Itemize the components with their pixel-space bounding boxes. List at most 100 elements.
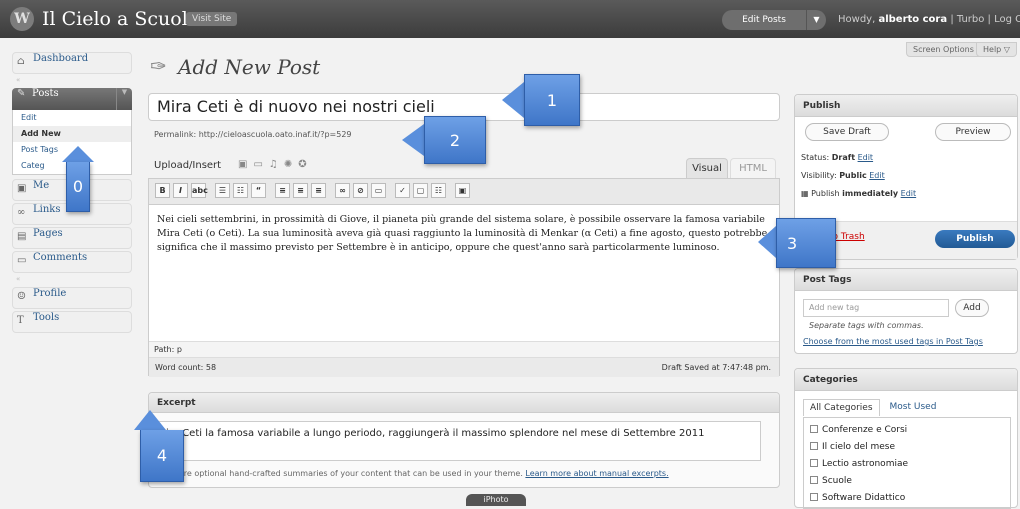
sidebar-item-label: Tools	[33, 312, 60, 323]
checkbox[interactable]	[810, 476, 818, 484]
strikethrough-icon[interactable]: abc	[191, 183, 208, 198]
blockquote-icon[interactable]: “	[251, 183, 266, 198]
help-tab[interactable]: Help ▽	[976, 42, 1017, 57]
publish-value: immediately	[842, 189, 899, 198]
save-draft-button[interactable]: Save Draft	[805, 123, 889, 141]
publish-button[interactable]: Publish	[935, 230, 1015, 248]
checkbox[interactable]	[810, 442, 818, 450]
align-left-icon[interactable]: ≡	[275, 183, 290, 198]
menu-separator[interactable]: «	[12, 76, 132, 88]
publish-title[interactable]: Publish	[795, 95, 1017, 117]
checkbox[interactable]	[810, 459, 818, 467]
bullet-list-icon[interactable]: ☰	[215, 183, 230, 198]
username-link[interactable]: alberto cora	[878, 14, 947, 25]
upload-insert-label: Upload/Insert	[154, 160, 222, 171]
fullscreen-icon[interactable]: ▢	[413, 183, 428, 198]
iphoto-label: iPhoto	[466, 494, 526, 506]
sidebar-item-pages[interactable]: ▤ Pages	[12, 227, 132, 249]
editor-content[interactable]: Nei cieli settembrini, in prossimità di …	[149, 205, 779, 335]
more-tag-icon[interactable]: ▭	[371, 183, 386, 198]
sidebar-item-posts[interactable]: ✎ Posts ▼	[12, 88, 132, 110]
arrow-left-icon	[402, 124, 424, 156]
list-item[interactable]: Conferenze e Corsi	[810, 422, 1004, 439]
category-label: Lectio astronomiae	[822, 459, 909, 469]
tab-all-categories[interactable]: All Categories	[803, 399, 880, 416]
media-upload-icons[interactable]: ▣▭♫✺✪	[238, 159, 313, 170]
list-item[interactable]: Software Didattico	[810, 490, 1004, 507]
edit-status-link[interactable]: Edit	[858, 153, 874, 162]
excerpt-textarea[interactable]: ira Ceti la famosa variabile a lungo per…	[155, 421, 761, 461]
list-item[interactable]: Lectio astronomiae	[810, 456, 1004, 473]
media-icon[interactable]: ▣	[455, 183, 470, 198]
edit-schedule-link[interactable]: Edit	[901, 189, 917, 198]
link-icon[interactable]: ∞	[335, 183, 350, 198]
status-value: Draft	[831, 153, 856, 162]
page-icon: ▤	[17, 231, 27, 242]
excerpt-title[interactable]: Excerpt	[149, 393, 779, 413]
align-center-icon[interactable]: ≡	[293, 183, 308, 198]
howdy-label: Howdy,	[838, 14, 876, 25]
permalink[interactable]: Permalink: http://cieloascuola.oato.inaf…	[154, 130, 352, 139]
excerpt-learn-more-link[interactable]: Learn more about manual excerpts.	[525, 469, 668, 478]
choose-tags-link[interactable]: Choose from the most used tags in Post T…	[803, 337, 983, 346]
chevron-down-icon[interactable]: ▼	[806, 10, 826, 30]
post-tags-title[interactable]: Post Tags	[795, 269, 1017, 291]
italic-icon[interactable]: I	[173, 183, 188, 198]
categories-title[interactable]: Categories	[795, 369, 1017, 391]
preview-button[interactable]: Preview	[935, 123, 1011, 141]
submenu-edit[interactable]: Edit	[13, 110, 131, 126]
excerpt-help-text: ts are optional hand-crafted summaries o…	[169, 469, 523, 478]
menu-separator[interactable]: «	[12, 275, 132, 287]
unlink-icon[interactable]: ⊘	[353, 183, 368, 198]
media-icon: ▣	[17, 183, 27, 194]
user-icon: ☺	[17, 291, 26, 302]
arrow-up-icon	[62, 146, 94, 162]
callout-number: 2	[424, 116, 486, 164]
checkbox[interactable]	[810, 425, 818, 433]
category-tabs: All Categories Most Used	[803, 399, 942, 416]
tab-visual[interactable]: Visual	[686, 158, 728, 178]
callout-4: 4	[130, 410, 186, 482]
visibility-row: Visibility: Public Edit	[801, 171, 885, 180]
checkbox[interactable]	[810, 493, 818, 501]
callout-number: 4	[140, 430, 184, 482]
sidebar-item-dashboard[interactable]: ⌂ Dashboard	[12, 52, 132, 74]
status-row: Status: Draft Edit	[801, 153, 873, 162]
kitchen-sink-icon[interactable]: ☷	[431, 183, 446, 198]
wordpress-logo-icon[interactable]: W	[10, 7, 34, 31]
visibility-value: Public	[839, 171, 867, 180]
callout-number: 3	[776, 218, 836, 268]
category-label: Software Didattico	[822, 493, 906, 503]
sidebar-item-label: Dashboard	[33, 53, 89, 64]
add-tag-button[interactable]: Add	[955, 299, 989, 317]
visit-site-button[interactable]: Visit Site	[186, 12, 238, 26]
list-item[interactable]: Il cielo del mese	[810, 439, 1004, 456]
category-label: Scuole	[822, 476, 852, 486]
user-links[interactable]: | Turbo | Log Ou	[950, 14, 1020, 25]
new-tag-input[interactable]: Add new tag	[803, 299, 949, 317]
sidebar-item-tools[interactable]: T Tools	[12, 311, 132, 333]
publish-label: Publish	[811, 189, 840, 198]
submenu-add-new[interactable]: Add New	[13, 126, 131, 142]
post-editor: B I abc ☰ ☷ “ ≡ ≡ ≡ ∞ ⊘ ▭ ✓ ▢ ☷ ▣ Nei ci…	[148, 178, 780, 377]
tab-most-used[interactable]: Most Used	[884, 399, 943, 416]
draft-saved-status: Draft Saved at 7:47:48 pm.	[661, 363, 771, 372]
callout-number: 1	[524, 74, 580, 126]
editor-toolbar: B I abc ☰ ☷ “ ≡ ≡ ≡ ∞ ⊘ ▭ ✓ ▢ ☷ ▣	[149, 179, 779, 205]
callout-1: 1	[502, 74, 582, 126]
category-checklist: Conferenze e Corsi Il cielo del mese Lec…	[803, 417, 1011, 509]
edit-posts-button[interactable]: Edit Posts	[722, 10, 806, 30]
sidebar-item-comments[interactable]: ▭ Comments	[12, 251, 132, 273]
list-item[interactable]: Scuole	[810, 473, 1004, 490]
callout-number: 0	[66, 162, 90, 212]
excerpt-box: Excerpt ira Ceti la famosa variabile a l…	[148, 392, 780, 488]
sidebar-item-profile[interactable]: ☺ Profile	[12, 287, 132, 309]
home-icon: ⌂	[17, 56, 25, 67]
tab-html[interactable]: HTML	[730, 158, 776, 178]
edit-visibility-link[interactable]: Edit	[869, 171, 885, 180]
spellcheck-icon[interactable]: ✓	[395, 183, 410, 198]
chevron-down-icon[interactable]: ▼	[116, 88, 132, 110]
bold-icon[interactable]: B	[155, 183, 170, 198]
align-right-icon[interactable]: ≡	[311, 183, 326, 198]
numbered-list-icon[interactable]: ☷	[233, 183, 248, 198]
